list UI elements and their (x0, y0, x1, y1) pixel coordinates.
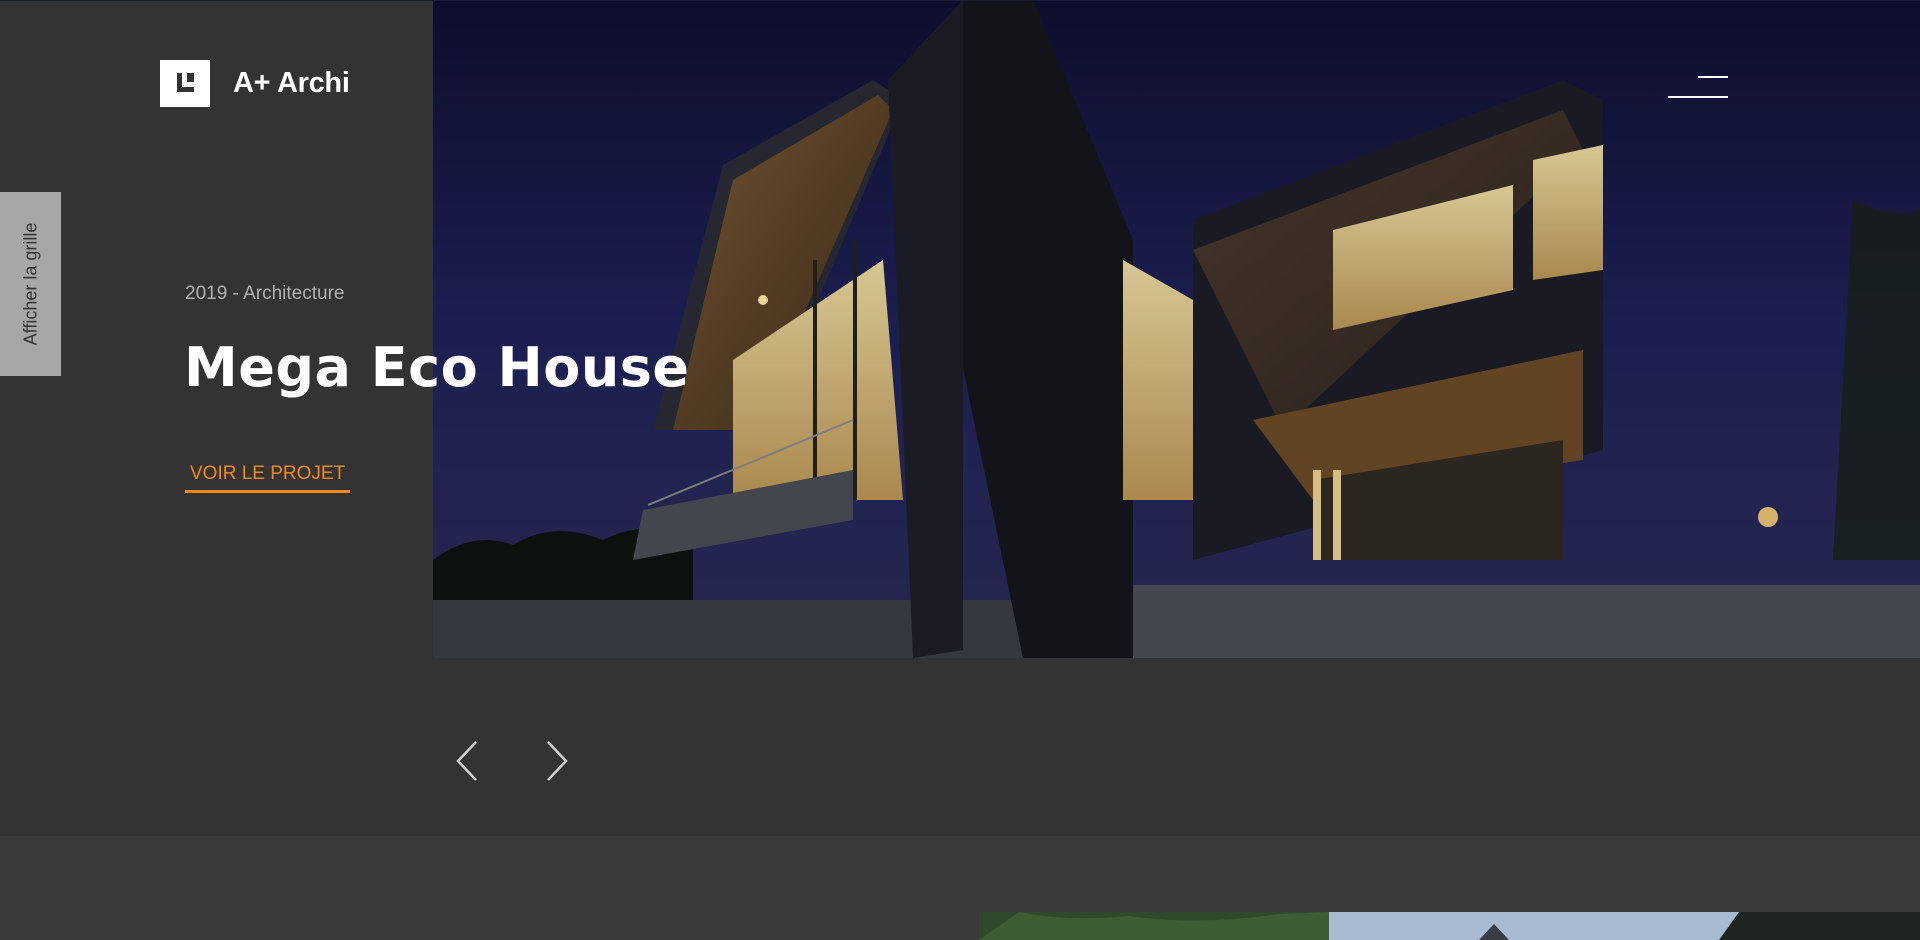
project-meta: 2019 - Architecture (185, 283, 345, 304)
view-project-link[interactable]: VOIR LE PROJET (185, 460, 351, 493)
menu-bar-bottom (1668, 96, 1728, 98)
brand-name: A+ Archi (233, 67, 350, 99)
chevron-left-icon[interactable] (454, 738, 484, 784)
brand-logo[interactable]: A+ Archi (160, 60, 350, 107)
page: A+ Archi Afficher la grille 2019 - Archi… (0, 0, 1920, 940)
top-border (0, 0, 1920, 1)
project-title: Mega Eco House (184, 336, 690, 399)
logo-mark-icon (160, 60, 210, 107)
chevron-right-icon[interactable] (542, 738, 572, 784)
hamburger-menu-icon[interactable] (1666, 74, 1728, 100)
show-grid-tab[interactable]: Afficher la grille (0, 192, 61, 376)
next-project-image (979, 912, 1920, 940)
show-grid-label: Afficher la grille (20, 222, 40, 346)
menu-bar-top (1698, 76, 1728, 78)
